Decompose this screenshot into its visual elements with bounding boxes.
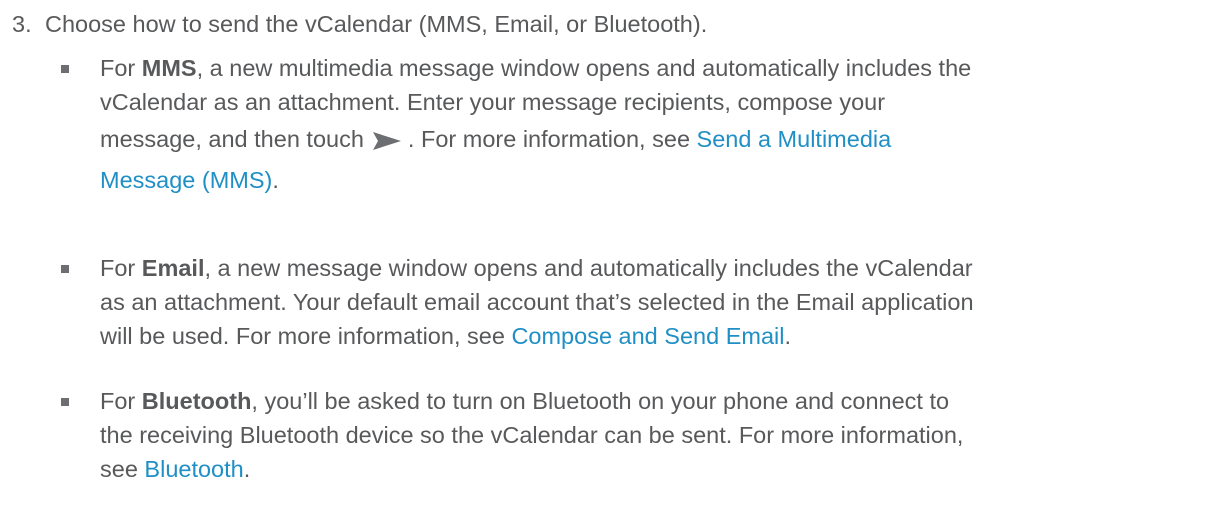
bullet-marker	[61, 65, 69, 73]
link-send-multimedia-message[interactable]: Send a Multimedia	[697, 126, 892, 152]
link-bluetooth[interactable]: Bluetooth	[144, 456, 243, 482]
step-3: 3. Choose how to send the vCalendar (MMS,…	[12, 7, 707, 41]
mms-line-1: For MMS, a new multimedia message window…	[100, 55, 972, 81]
email-line-3: will be used. For more information, see …	[100, 323, 791, 349]
list-item-email: For Email, a new message window opens an…	[61, 251, 1180, 353]
bluetooth-line-1: For Bluetooth, you’ll be asked to turn o…	[100, 388, 950, 414]
link-compose-and-send-email[interactable]: Compose and Send Email	[511, 323, 784, 349]
mms-line-4: Message (MMS).	[100, 167, 279, 193]
mms-line-3: message, and then touch. For more inform…	[100, 119, 1180, 163]
email-line-2: as an attachment. Your default email acc…	[100, 289, 974, 315]
list-item-mms: For MMS, a new multimedia message window…	[61, 51, 1180, 197]
mms-line-2: vCalendar as an attachment. Enter your m…	[100, 89, 886, 115]
mms-label: MMS	[141, 55, 197, 81]
send-icon	[372, 123, 402, 163]
bluetooth-line-3: see Bluetooth.	[100, 456, 251, 482]
bluetooth-label: Bluetooth	[141, 388, 252, 414]
step-text: Choose how to send the vCalendar (MMS, E…	[45, 11, 708, 37]
list-item-bluetooth: For Bluetooth, you’ll be asked to turn o…	[61, 384, 1180, 486]
bullet-marker	[61, 398, 69, 406]
email-line-1: For Email, a new message window opens an…	[100, 255, 973, 281]
link-send-multimedia-message-cont[interactable]: Message (MMS)	[100, 167, 272, 193]
bluetooth-line-2: the receiving Bluetooth device so the vC…	[100, 422, 964, 448]
step-number: 3.	[12, 11, 32, 37]
bullet-marker	[61, 265, 69, 273]
email-label: Email	[141, 255, 205, 281]
